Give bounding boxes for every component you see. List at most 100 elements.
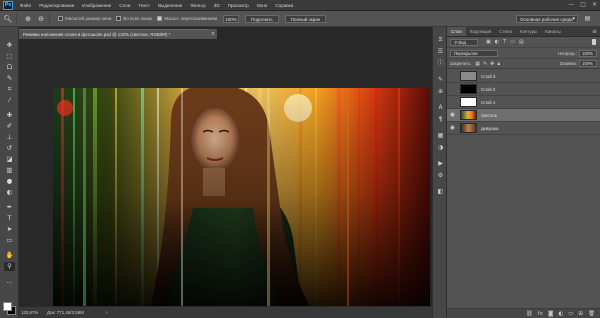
- menu-help[interactable]: Справка: [271, 3, 297, 8]
- fit-screen-button[interactable]: Подогнать: [245, 14, 279, 23]
- document-tab[interactable]: Режимы наложения слоев в фотошопе.psd @ …: [19, 29, 209, 39]
- menu-type[interactable]: Текст: [134, 3, 154, 8]
- more-tools-icon[interactable]: …: [4, 277, 15, 286]
- layer-style-icon[interactable]: fx: [538, 311, 543, 317]
- properties-icon[interactable]: ☰: [436, 47, 445, 56]
- crop-tool-icon[interactable]: ⌗: [4, 85, 15, 94]
- brush-presets-icon[interactable]: ✎: [436, 75, 445, 84]
- move-tool-icon[interactable]: ✥: [4, 41, 15, 50]
- tab-paths[interactable]: Контуры: [516, 27, 541, 36]
- checkbox-box[interactable]: [157, 16, 163, 21]
- menu-select[interactable]: Выделение: [154, 3, 186, 8]
- new-layer-icon[interactable]: ⊞: [578, 311, 583, 317]
- adjustment-filter-icon[interactable]: ◐: [495, 39, 499, 45]
- quick-select-tool-icon[interactable]: ✎: [4, 74, 15, 83]
- minimize-icon[interactable]: —: [568, 1, 574, 8]
- workspace-icon[interactable]: ▤: [583, 15, 592, 23]
- workspace-select[interactable]: Основная рабочая среда: [516, 15, 578, 23]
- eye-icon[interactable]: ◉: [447, 125, 458, 131]
- shape-filter-icon[interactable]: ▭: [510, 39, 515, 45]
- clone-stamp-tool-icon[interactable]: ⊥: [4, 133, 15, 142]
- blend-mode-select[interactable]: Перекрытие: [450, 49, 498, 57]
- path-selection-tool-icon[interactable]: ➤: [4, 225, 15, 234]
- menu-window[interactable]: Окно: [253, 3, 272, 8]
- checkbox-box[interactable]: [58, 16, 63, 21]
- lock-position-icon[interactable]: ✥: [490, 61, 494, 67]
- color-icon[interactable]: ◑: [436, 143, 445, 152]
- close-tab-icon[interactable]: ×: [209, 29, 217, 39]
- layer-row[interactable]: ◉ девушка: [447, 122, 600, 135]
- history-brush-tool-icon[interactable]: ↺: [4, 144, 15, 153]
- zoom-100-button[interactable]: 100%: [223, 14, 240, 23]
- scrubby-zoom-checkbox[interactable]: Масшт. перетаскиванием: [157, 16, 217, 21]
- filter-kind-select[interactable]: ⚲ Вид: [450, 38, 478, 46]
- maximize-icon[interactable]: □: [580, 1, 586, 8]
- checkbox-box[interactable]: [116, 16, 122, 21]
- fill-screen-button[interactable]: Полный экран: [284, 14, 327, 23]
- clone-source-icon[interactable]: ⊕: [436, 87, 445, 96]
- zoom-in-icon[interactable]: ⊕: [23, 14, 33, 24]
- type-filter-icon[interactable]: T: [503, 39, 506, 45]
- dodge-tool-icon[interactable]: ◐: [4, 188, 15, 197]
- adjustments-icon[interactable]: ◧: [436, 187, 445, 196]
- character-icon[interactable]: A: [436, 103, 445, 112]
- panel-menu-icon[interactable]: ≡: [592, 27, 600, 36]
- smart-object-filter-icon[interactable]: ▤: [519, 39, 524, 45]
- pen-tool-icon[interactable]: ✒: [4, 203, 15, 212]
- zoom-tool-icon[interactable]: 🔍︎: [3, 14, 13, 24]
- foreground-color-swatch[interactable]: [3, 302, 12, 311]
- tab-layers[interactable]: Слои: [447, 27, 466, 36]
- tab-channels[interactable]: Каналы: [541, 27, 565, 36]
- menu-image[interactable]: Изображение: [78, 3, 115, 8]
- marquee-tool-icon[interactable]: ⬚: [4, 52, 15, 61]
- eyedropper-tool-icon[interactable]: ⁄: [4, 96, 15, 105]
- close-icon[interactable]: ✕: [592, 1, 597, 8]
- layer-row[interactable]: Слой 2: [447, 83, 600, 96]
- type-tool-icon[interactable]: T: [4, 214, 15, 223]
- blur-tool-icon[interactable]: ●: [4, 177, 15, 186]
- hand-tool-icon[interactable]: ✋: [4, 251, 15, 260]
- menu-3d[interactable]: 3D: [210, 3, 224, 8]
- paragraph-icon[interactable]: ¶: [436, 115, 445, 124]
- filter-toggle[interactable]: [592, 39, 596, 45]
- eraser-tool-icon[interactable]: ◪: [4, 155, 15, 164]
- tab-adjustments[interactable]: Коррекция: [466, 27, 496, 36]
- zoom-tool-icon[interactable]: ⚲: [4, 262, 15, 271]
- document-canvas-image[interactable]: [53, 88, 430, 316]
- tab-styles[interactable]: Стили: [495, 27, 516, 36]
- info-icon[interactable]: ⓘ: [436, 59, 445, 68]
- new-adjustment-icon[interactable]: ◐: [558, 311, 563, 317]
- history-icon[interactable]: ⧖: [436, 35, 445, 44]
- zoom-out-icon[interactable]: ⊖: [36, 14, 46, 24]
- menu-layer[interactable]: Слои: [115, 3, 134, 8]
- lock-all-icon[interactable]: 🔒︎: [497, 61, 500, 67]
- zoom-level[interactable]: 132,67%: [21, 310, 43, 315]
- menu-view[interactable]: Просмотр: [224, 3, 253, 8]
- new-group-icon[interactable]: ▭: [568, 311, 573, 317]
- status-menu-arrow-icon[interactable]: ›: [106, 310, 108, 316]
- layer-row-selected[interactable]: ◉ светлое: [447, 109, 600, 122]
- healing-brush-tool-icon[interactable]: ✚: [4, 111, 15, 120]
- menu-file[interactable]: Файл: [16, 3, 35, 8]
- fill-field[interactable]: 100%: [579, 60, 597, 67]
- all-windows-checkbox[interactable]: Во всех окнах: [116, 16, 152, 21]
- pixel-filter-icon[interactable]: ▣: [486, 39, 491, 45]
- actions-icon[interactable]: ▶: [436, 159, 445, 168]
- eye-icon[interactable]: ◉: [447, 112, 458, 118]
- shape-tool-icon[interactable]: ▭: [4, 236, 15, 245]
- link-layers-icon[interactable]: ⛓: [526, 311, 533, 317]
- lock-transparency-icon[interactable]: ▦: [475, 61, 480, 67]
- menu-edit[interactable]: Редактирование: [35, 3, 78, 8]
- menu-filter[interactable]: Фильтр: [186, 3, 209, 8]
- layer-row[interactable]: Слой 1: [447, 96, 600, 109]
- swatches-icon[interactable]: ▦: [436, 131, 445, 140]
- opacity-field[interactable]: 100%: [579, 49, 597, 57]
- resize-windows-checkbox[interactable]: Масштаб размер окна: [58, 16, 111, 21]
- gradient-tool-icon[interactable]: ▥: [4, 166, 15, 175]
- lock-pixels-icon[interactable]: ✎: [483, 61, 487, 67]
- trash-icon[interactable]: 🗑︎: [588, 311, 595, 317]
- add-mask-icon[interactable]: ◙: [548, 311, 553, 317]
- layer-row[interactable]: Слой 3: [447, 70, 600, 83]
- brush-tool-icon[interactable]: ✐: [4, 122, 15, 131]
- styles-icon[interactable]: ⚙: [436, 171, 445, 180]
